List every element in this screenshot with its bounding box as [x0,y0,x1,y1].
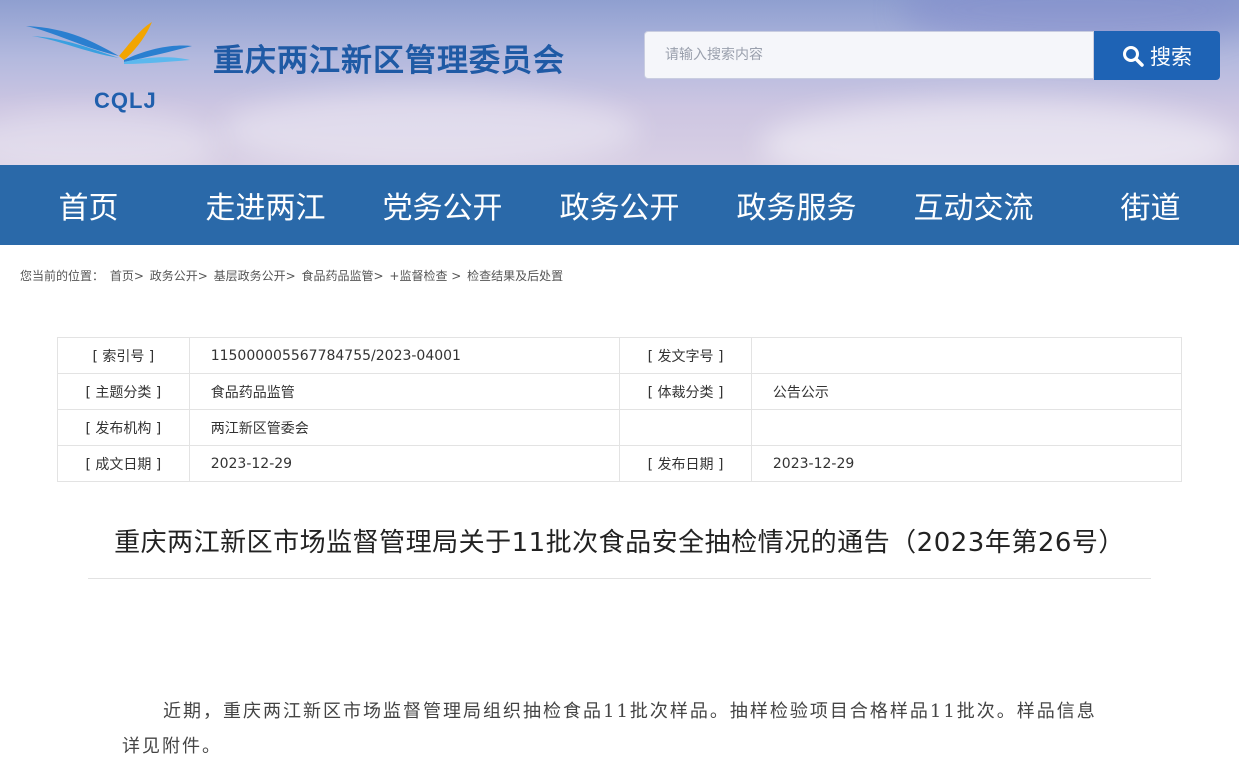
document-info-table: [ 索引号 ] 115000005567784755/2023-04001 [ … [57,337,1183,482]
header-background-cloud [220,90,640,165]
breadcrumb-item[interactable]: 基层政务公开> [214,269,296,283]
info-label: [ 索引号 ] [57,337,190,374]
nav-item-streets[interactable]: 街道 [1062,165,1239,245]
breadcrumb-item[interactable]: 食品药品监管> [302,269,384,283]
table-row: [ 索引号 ] 115000005567784755/2023-04001 [ … [57,337,1183,374]
table-row: [ 成文日期 ] 2023-12-29 [ 发布日期 ] 2023-12-29 [57,445,1183,482]
table-row: [ 发布机构 ] 两江新区管委会 [57,409,1183,446]
info-value: 2023-12-29 [188,445,621,482]
article-title: 重庆两江新区市场监督管理局关于11批次食品安全抽检情况的通告（2023年第26号… [114,528,1125,558]
info-value: 两江新区管委会 [188,409,621,446]
main-nav: 首页 走进两江 党务公开 政务公开 政务服务 互动交流 街道 [0,165,1239,245]
breadcrumb-item[interactable]: 首页> [110,269,144,283]
title-divider [88,578,1151,579]
table-row: [ 主题分类 ] 食品药品监管 [ 体裁分类 ] 公告公示 [57,373,1183,410]
info-label: [ 发布机构 ] [57,409,190,446]
info-label: [ 发布日期 ] [619,445,752,482]
article-paragraph: 近期，重庆两江新区市场监督管理局组织抽检食品11批次样品。抽样检验项目合格样品1… [122,701,1097,757]
info-label: [ 发文字号 ] [619,337,752,374]
search-box [644,31,1094,79]
search-icon [1123,45,1144,67]
logo-text: CQLJ [94,88,157,113]
nav-item-interaction[interactable]: 互动交流 [885,165,1062,245]
site-title[interactable]: 重庆两江新区管理委员会 [213,35,565,80]
site-header: CQLJ 重庆两江新区管理委员会 搜索 [0,0,1239,165]
info-value: 公告公示 [750,373,1183,410]
info-value: 2023-12-29 [750,445,1183,482]
info-label: [ 主题分类 ] [57,373,190,410]
info-label: [ 成文日期 ] [57,445,190,482]
nav-item-home[interactable]: 首页 [0,165,177,245]
breadcrumb-item[interactable]: +监督检查 > [389,269,461,283]
header-background-cloud [0,110,220,165]
nav-item-government-affairs[interactable]: 政务公开 [531,165,708,245]
info-label [619,409,752,446]
nav-item-party-affairs[interactable]: 党务公开 [354,165,531,245]
info-value: 115000005567784755/2023-04001 [188,337,621,374]
breadcrumb-prefix: 您当前的位置： [20,269,105,283]
info-value [750,409,1183,446]
breadcrumb: 您当前的位置： 首页> 政务公开> 基层政务公开> 食品药品监管> +监督检查 … [20,267,565,284]
breadcrumb-item[interactable]: 政务公开> [150,269,208,283]
info-value [750,337,1183,374]
breadcrumb-item[interactable]: 检查结果及后处置 [467,269,563,283]
site-logo[interactable]: CQLJ [24,18,194,113]
search-button[interactable]: 搜索 [1094,31,1220,80]
info-label: [ 体裁分类 ] [619,373,752,410]
header-background-cloud [760,100,1239,165]
search-button-label: 搜索 [1150,44,1192,69]
info-value: 食品药品监管 [188,373,621,410]
nav-item-about[interactable]: 走进两江 [177,165,354,245]
logo-wing-icon [26,22,192,64]
nav-item-government-services[interactable]: 政务服务 [708,165,885,245]
search-input[interactable] [645,32,1093,78]
